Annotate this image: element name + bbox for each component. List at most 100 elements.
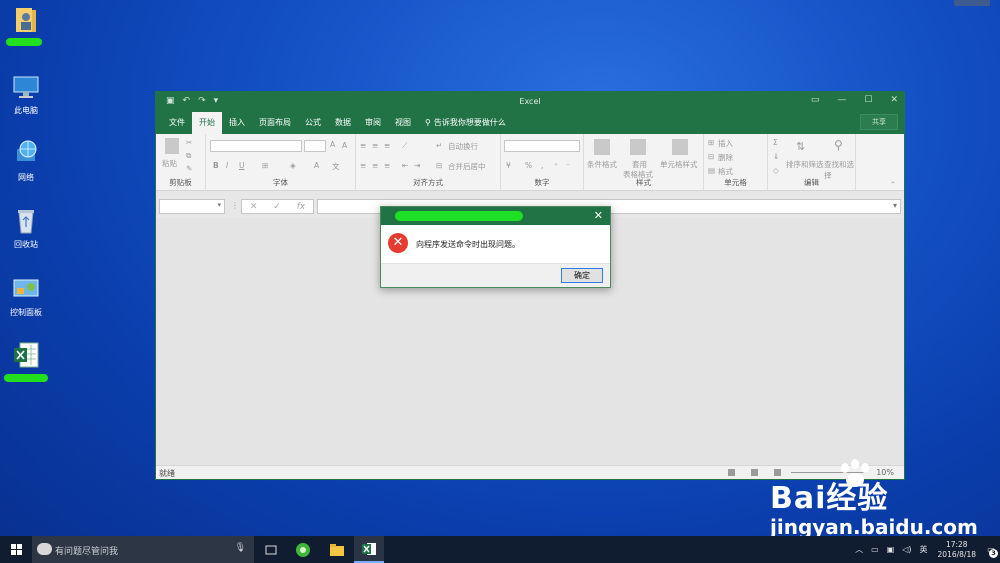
- desktop-control-panel[interactable]: 控制面板: [0, 274, 52, 318]
- middle-align-icon[interactable]: ≡: [372, 141, 378, 150]
- fill-color-icon[interactable]: ◈: [290, 161, 296, 170]
- tab-data[interactable]: 数据: [328, 112, 358, 134]
- taskbar-file-explorer[interactable]: [322, 536, 352, 563]
- windows-logo-icon: [10, 544, 22, 555]
- increase-decimal-icon[interactable]: ⁺: [554, 161, 558, 170]
- desktop-user-folder[interactable]: [0, 5, 52, 38]
- align-left-icon[interactable]: ≡: [360, 161, 366, 170]
- bottom-align-icon[interactable]: ≡: [384, 141, 390, 150]
- decrease-indent-icon[interactable]: ⇤: [402, 161, 408, 170]
- paste-button[interactable]: 粘贴: [162, 158, 177, 169]
- desktop-this-pc[interactable]: 此电脑: [0, 72, 52, 116]
- battery-icon[interactable]: ▭: [871, 545, 879, 554]
- ribbon-display-icon[interactable]: ▭: [811, 95, 820, 105]
- group-clipboard: 粘贴 ✂ ⧉ ✎ 剪贴板: [156, 134, 206, 191]
- cell-styles-button[interactable]: 单元格样式: [660, 159, 698, 170]
- currency-icon[interactable]: ¥: [506, 161, 511, 170]
- desktop-excel-file[interactable]: [0, 340, 52, 373]
- copy-icon[interactable]: ⧉: [186, 151, 191, 161]
- group-label: 样式: [636, 178, 651, 187]
- taskbar-excel[interactable]: [354, 536, 384, 563]
- bold-button[interactable]: B: [213, 161, 219, 170]
- tab-home[interactable]: 开始: [192, 112, 222, 134]
- format-cells-icon: ▤: [708, 166, 716, 175]
- share-button[interactable]: 共享: [860, 114, 898, 130]
- cancel-entry-icon[interactable]: ✕: [250, 202, 258, 212]
- borders-icon[interactable]: ⊞: [262, 161, 268, 170]
- merge-center-button[interactable]: 合并后居中: [448, 161, 486, 172]
- normal-view-icon[interactable]: [728, 469, 735, 476]
- italic-button[interactable]: I: [226, 161, 228, 170]
- comma-style-icon[interactable]: ,: [541, 161, 543, 170]
- underline-button[interactable]: U: [239, 161, 245, 170]
- group-styles: 条件格式 套用 表格格式 单元格样式 样式: [584, 134, 704, 191]
- clock[interactable]: 17:28 2016/8/18: [938, 540, 976, 560]
- tab-view[interactable]: 视图: [388, 112, 418, 134]
- increase-indent-icon[interactable]: ⇥: [414, 161, 420, 170]
- action-center-button[interactable]: ▭ 3: [982, 536, 1000, 563]
- collapse-ribbon-icon[interactable]: ⌃: [890, 180, 896, 189]
- baidu-jingyan-watermark: Bai经验 jingyan.baidu.com: [765, 458, 995, 539]
- orientation-icon[interactable]: ⟋: [402, 141, 407, 151]
- task-view-button[interactable]: [256, 536, 286, 563]
- font-size-select[interactable]: [304, 140, 326, 152]
- font-name-select[interactable]: [210, 140, 302, 152]
- input-method-indicator[interactable]: 英: [920, 544, 928, 555]
- fill-icon[interactable]: ⇓: [773, 152, 779, 161]
- taskbar-360-browser[interactable]: [288, 536, 318, 563]
- minimize-icon[interactable]: —: [837, 95, 846, 105]
- align-right-icon[interactable]: ≡: [384, 161, 390, 170]
- top-align-icon[interactable]: ≡: [360, 141, 366, 150]
- ok-button[interactable]: 确定: [561, 268, 603, 283]
- shrink-font-icon[interactable]: A: [342, 141, 347, 150]
- tab-formulas[interactable]: 公式: [298, 112, 328, 134]
- tab-review[interactable]: 审阅: [358, 112, 388, 134]
- desktop-recycle-bin[interactable]: 回收站: [0, 206, 52, 250]
- group-label: 单元格: [724, 178, 747, 187]
- microphone-icon[interactable]: 🎙: [235, 543, 246, 553]
- redacted-label: [4, 374, 48, 382]
- page-layout-view-icon[interactable]: [751, 469, 758, 476]
- name-box[interactable]: ▾: [159, 199, 225, 214]
- number-format-select[interactable]: [504, 140, 580, 152]
- close-icon[interactable]: ✕: [890, 95, 898, 105]
- expand-formula-icon[interactable]: ▾: [893, 201, 897, 210]
- tab-insert[interactable]: 插入: [222, 112, 252, 134]
- network-icon[interactable]: ▣: [887, 545, 895, 554]
- group-font: A A B I U ⊞ ◈ A 文 字体: [206, 134, 356, 191]
- cut-icon[interactable]: ✂: [186, 138, 192, 147]
- wrap-text-button[interactable]: 自动换行: [448, 141, 478, 152]
- align-center-icon[interactable]: ≡: [372, 161, 378, 170]
- desktop-network[interactable]: 网络: [0, 139, 52, 183]
- dialog-close-icon[interactable]: ✕: [594, 209, 603, 222]
- insert-cells-button[interactable]: 插入: [718, 138, 733, 149]
- font-color-icon[interactable]: A: [314, 161, 319, 170]
- phonetic-icon[interactable]: 文: [332, 161, 340, 172]
- tell-me-text: 告诉我你想要做什么: [433, 118, 506, 127]
- tab-file[interactable]: 文件: [162, 112, 192, 134]
- autosum-icon[interactable]: Σ: [773, 138, 778, 147]
- maximize-icon[interactable]: ☐: [864, 95, 872, 105]
- volume-icon[interactable]: ◁): [902, 545, 911, 554]
- format-painter-icon[interactable]: ✎: [186, 164, 192, 173]
- percent-button[interactable]: %: [525, 161, 532, 170]
- delete-cells-button[interactable]: 删除: [718, 152, 733, 163]
- grow-font-icon[interactable]: A: [330, 140, 335, 149]
- group-label: 剪贴板: [169, 178, 192, 187]
- tab-page-layout[interactable]: 页面布局: [252, 112, 298, 134]
- start-button[interactable]: [0, 536, 32, 563]
- find-icon: ⚲: [834, 138, 843, 152]
- sort-filter-button[interactable]: 排序和筛选: [786, 159, 824, 170]
- conditional-format-button[interactable]: 条件格式: [587, 159, 617, 170]
- app-title: Excel: [519, 97, 541, 106]
- ribbon-home: 粘贴 ✂ ⧉ ✎ 剪贴板 A A B I U ⊞ ◈ A 文 字体 ≡ ≡ ≡ …: [156, 134, 904, 191]
- format-cells-button[interactable]: 格式: [718, 166, 733, 177]
- show-hidden-icons[interactable]: ︿: [855, 544, 863, 555]
- tell-me-box[interactable]: ⚲ 告诉我你想要做什么: [418, 112, 513, 134]
- insert-function-icon[interactable]: fx: [297, 202, 306, 212]
- decrease-decimal-icon[interactable]: ⁻: [566, 161, 570, 170]
- sort-filter-icon: ⇅: [796, 140, 806, 153]
- cortana-search[interactable]: 有问题尽管问我 🎙: [32, 536, 254, 563]
- clear-icon[interactable]: ◇: [773, 166, 779, 175]
- enter-entry-icon[interactable]: ✓: [273, 202, 281, 212]
